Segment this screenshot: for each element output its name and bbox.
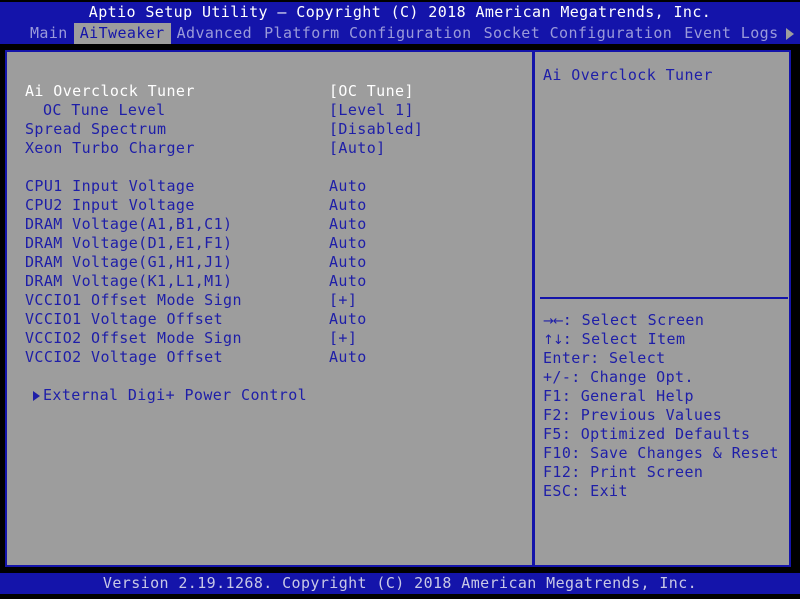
option-spacer (25, 367, 520, 386)
option-value[interactable]: Auto (329, 272, 367, 291)
key-legend-item: ↑↓: Select Item (543, 330, 787, 349)
option-row[interactable]: VCCIO2 Offset Mode Sign [+] (25, 329, 520, 348)
tab-socket-configuration[interactable]: Socket Configuration (478, 23, 679, 44)
option-value[interactable]: [Auto] (329, 139, 386, 158)
key-legend-text: Enter: Select (543, 349, 666, 367)
help-pane: Ai Overclock Tuner →←: Select Screen↑↓: … (535, 52, 789, 565)
menu-scroll-right-icon[interactable] (786, 28, 794, 40)
tab-platform-configuration[interactable]: Platform Configuration (258, 23, 477, 44)
tab-event-logs[interactable]: Event Logs (678, 23, 784, 44)
option-row[interactable]: DRAM Voltage(D1,E1,F1) Auto (25, 234, 520, 253)
arrow-keys-icon: →← (543, 314, 563, 329)
option-label: Xeon Turbo Charger (25, 139, 195, 158)
key-legend-text: : Select Screen (563, 311, 704, 329)
option-row[interactable]: VCCIO2 Voltage Offset Auto (25, 348, 520, 367)
window-title: Aptio Setup Utility – Copyright (C) 2018… (0, 2, 800, 23)
option-label: Ai Overclock Tuner (25, 82, 195, 101)
key-legend-item: F2: Previous Values (543, 406, 787, 425)
key-legend-item: ESC: Exit (543, 482, 787, 501)
option-value[interactable]: Auto (329, 177, 367, 196)
option-value[interactable]: [Level 1] (329, 101, 414, 120)
key-legend-text: F10: Save Changes & Reset (543, 444, 779, 462)
option-label: CPU1 Input Voltage (25, 177, 195, 196)
key-legend-text: F2: Previous Values (543, 406, 722, 424)
options-list: Ai Overclock Tuner[OC Tune]OC Tune Level… (25, 82, 520, 405)
option-value[interactable]: Auto (329, 310, 367, 329)
option-label: VCCIO1 Voltage Offset (25, 310, 223, 329)
tab-main[interactable]: Main (24, 23, 74, 44)
option-row[interactable]: DRAM Voltage(G1,H1,J1) Auto (25, 253, 520, 272)
option-row[interactable]: Xeon Turbo Charger [Auto] (25, 139, 520, 158)
key-legend-text: F1: General Help (543, 387, 694, 405)
menu-bar: MainAiTweakerAdvancedPlatform Configurat… (0, 23, 800, 44)
tab-aitweaker[interactable]: AiTweaker (74, 23, 171, 44)
key-legend-item: F1: General Help (543, 387, 787, 406)
option-label: External Digi+ Power Control (43, 386, 307, 405)
key-legend-text: +/-: Change Opt. (543, 368, 694, 386)
key-legend-item: →←: Select Screen (543, 311, 787, 330)
option-value[interactable]: Auto (329, 348, 367, 367)
option-row[interactable]: Ai Overclock Tuner [OC Tune] (25, 82, 520, 101)
option-value[interactable]: Auto (329, 215, 367, 234)
triangle-right-icon (33, 391, 40, 401)
key-legend-item: F12: Print Screen (543, 463, 787, 482)
options-pane: Ai Overclock Tuner[OC Tune]OC Tune Level… (7, 52, 527, 565)
key-legend-list: →←: Select Screen↑↓: Select ItemEnter: S… (543, 311, 787, 501)
key-legend-item: Enter: Select (543, 349, 787, 368)
key-legend-item: F5: Optimized Defaults (543, 425, 787, 444)
option-row[interactable]: VCCIO1 Offset Mode Sign [+] (25, 291, 520, 310)
option-label: CPU2 Input Voltage (25, 196, 195, 215)
option-spacer (25, 158, 520, 177)
option-row[interactable]: DRAM Voltage(A1,B1,C1) Auto (25, 215, 520, 234)
option-label: VCCIO2 Offset Mode Sign (25, 329, 242, 348)
footer-version: Version 2.19.1268. Copyright (C) 2018 Am… (0, 573, 800, 594)
option-row[interactable]: OC Tune Level [Level 1] (25, 101, 520, 120)
option-label: DRAM Voltage(G1,H1,J1) (25, 253, 232, 272)
option-value[interactable]: [+] (329, 329, 357, 348)
option-label: DRAM Voltage(A1,B1,C1) (25, 215, 232, 234)
key-legend-item: F10: Save Changes & Reset (543, 444, 787, 463)
option-label: OC Tune Level (43, 101, 166, 120)
key-legend-text: F12: Print Screen (543, 463, 703, 481)
key-legend-text: F5: Optimized Defaults (543, 425, 750, 443)
option-row[interactable]: CPU2 Input Voltage Auto (25, 196, 520, 215)
bios-setup-screen: Aptio Setup Utility – Copyright (C) 2018… (0, 0, 800, 599)
option-row[interactable]: DRAM Voltage(K1,L1,M1) Auto (25, 272, 520, 291)
option-label: VCCIO2 Voltage Offset (25, 348, 223, 367)
option-value[interactable]: [Disabled] (329, 120, 423, 139)
help-separator (540, 297, 788, 299)
option-value[interactable]: Auto (329, 234, 367, 253)
option-label: Spread Spectrum (25, 120, 166, 139)
menu-tabs: MainAiTweakerAdvancedPlatform Configurat… (24, 23, 785, 44)
option-row[interactable]: VCCIO1 Voltage Offset Auto (25, 310, 520, 329)
key-legend-item: +/-: Change Opt. (543, 368, 787, 387)
arrow-keys-icon: ↑↓ (543, 333, 563, 348)
option-value[interactable]: Auto (329, 196, 367, 215)
option-row[interactable]: External Digi+ Power Control (25, 386, 520, 405)
option-row[interactable]: Spread Spectrum [Disabled] (25, 120, 520, 139)
tab-advanced[interactable]: Advanced (171, 23, 258, 44)
option-value[interactable]: [OC Tune] (329, 82, 414, 101)
option-value[interactable]: [+] (329, 291, 357, 310)
help-title: Ai Overclock Tuner (543, 66, 713, 85)
key-legend-text: : Select Item (563, 330, 686, 348)
option-row[interactable]: CPU1 Input Voltage Auto (25, 177, 520, 196)
option-label: DRAM Voltage(D1,E1,F1) (25, 234, 232, 253)
option-value[interactable]: Auto (329, 253, 367, 272)
content-frame: Ai Overclock Tuner[OC Tune]OC Tune Level… (5, 50, 791, 567)
option-label: DRAM Voltage(K1,L1,M1) (25, 272, 232, 291)
option-label: VCCIO1 Offset Mode Sign (25, 291, 242, 310)
key-legend-text: ESC: Exit (543, 482, 628, 500)
